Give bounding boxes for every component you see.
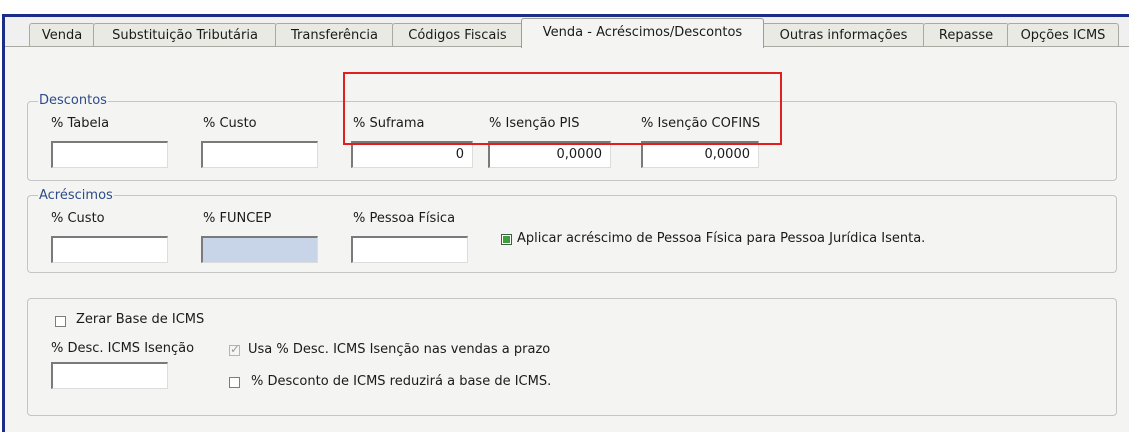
tab-transferencia[interactable]: Transferência bbox=[275, 23, 394, 47]
tab-strip: Venda Substituição Tributária Transferên… bbox=[5, 17, 1129, 48]
tab-repasse[interactable]: Repasse bbox=[923, 23, 1009, 47]
tab-outras-informacoes[interactable]: Outras informações bbox=[762, 23, 925, 47]
acresc-custo-input[interactable] bbox=[51, 236, 168, 263]
funcep-input bbox=[201, 236, 318, 263]
pessoa-fisica-input[interactable] bbox=[351, 236, 468, 263]
aplicar-acrescimo-label: Aplicar acréscimo de Pessoa Física para … bbox=[517, 231, 926, 246]
desc-tabela-input[interactable] bbox=[51, 141, 168, 168]
zerar-base-icms-checkbox[interactable] bbox=[55, 316, 66, 327]
acrescimos-legend: Acréscimos bbox=[38, 188, 114, 203]
reduzira-base-label: % Desconto de ICMS reduzirá a base de IC… bbox=[251, 374, 552, 389]
tab-venda[interactable]: Venda bbox=[29, 23, 95, 47]
suframa-input[interactable]: 0 bbox=[351, 141, 473, 168]
pessoa-fisica-label: % Pessoa Física bbox=[353, 211, 456, 226]
tab-substituicao-tributaria[interactable]: Substituição Tributária bbox=[93, 23, 277, 47]
desc-tabela-label: % Tabela bbox=[51, 116, 110, 131]
tab-codigos-fiscais[interactable]: Códigos Fiscais bbox=[392, 23, 523, 47]
highlight-box bbox=[343, 72, 782, 145]
usa-prazo-label: Usa % Desc. ICMS Isenção nas vendas a pr… bbox=[248, 342, 551, 357]
descontos-legend: Descontos bbox=[38, 93, 108, 108]
isencao-pis-input[interactable]: 0,0000 bbox=[488, 141, 611, 168]
usa-prazo-checkbox bbox=[229, 342, 240, 356]
reduzira-base-checkbox[interactable] bbox=[229, 377, 240, 388]
desc-icms-isencao-input[interactable] bbox=[51, 362, 168, 389]
funcep-label: % FUNCEP bbox=[203, 211, 272, 226]
zerar-base-icms-label: Zerar Base de ICMS bbox=[76, 312, 205, 327]
desc-custo-input[interactable] bbox=[201, 141, 318, 168]
tab-opcoes-icms[interactable]: Opções ICMS bbox=[1007, 23, 1119, 47]
desc-icms-isencao-label: % Desc. ICMS Isenção bbox=[51, 341, 195, 356]
tab-venda-acrescimos-descontos[interactable]: Venda - Acréscimos/Descontos bbox=[521, 18, 764, 48]
isencao-cofins-input[interactable]: 0,0000 bbox=[641, 141, 759, 168]
acresc-custo-label: % Custo bbox=[51, 211, 105, 226]
aplicar-acrescimo-checkbox[interactable] bbox=[501, 234, 512, 245]
desc-custo-label: % Custo bbox=[203, 116, 257, 131]
